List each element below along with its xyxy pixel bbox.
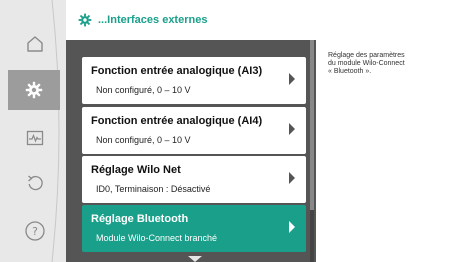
- gear-icon: [78, 13, 92, 27]
- page-title: ...Interfaces externes: [98, 14, 208, 26]
- nav-rail: ?: [0, 0, 66, 262]
- heartbeat-icon: [26, 130, 44, 146]
- menu-item-title: Réglage Bluetooth: [91, 213, 189, 225]
- menu-item-title: Fonction entrée analogique (AI3): [91, 65, 263, 77]
- menu-item-subtitle: ID0, Terminaison : Désactivé: [96, 184, 211, 194]
- screen: ? ...Interfaces externes Fonction entrée…: [0, 0, 460, 262]
- chevron-right-icon: [289, 172, 295, 184]
- menu-item-subtitle: Module Wilo-Connect branché: [96, 233, 218, 243]
- chevron-right-icon: [289, 73, 295, 85]
- nav-settings-button[interactable]: [8, 70, 60, 110]
- scroll-down-indicator: [188, 256, 202, 262]
- menu-item-subtitle: Non configuré, 0 – 10 V: [96, 135, 191, 145]
- nav-home-button[interactable]: [12, 26, 58, 62]
- menu-item-wilo-net[interactable]: Réglage Wilo Net ID0, Terminaison : Désa…: [82, 156, 306, 203]
- gear-icon: [25, 81, 43, 99]
- menu-item-title: Réglage Wilo Net: [91, 164, 181, 176]
- help-panel: Réglage des paramètres du module Wilo-Co…: [316, 40, 460, 262]
- home-icon: [27, 36, 43, 52]
- chevron-right-icon: [289, 123, 295, 135]
- nav-help-button[interactable]: ?: [12, 213, 58, 249]
- svg-text:?: ?: [32, 225, 38, 238]
- menu-item-bluetooth[interactable]: Réglage Bluetooth Module Wilo-Connect br…: [82, 205, 306, 252]
- question-icon: ?: [25, 221, 45, 241]
- undo-icon: [28, 175, 43, 191]
- nav-diagnostics-button[interactable]: [12, 120, 58, 156]
- menu-item-analog-input-ai4[interactable]: Fonction entrée analogique (AI4) Non con…: [82, 107, 306, 154]
- menu-scrollbar-thumb[interactable]: [310, 40, 314, 210]
- menu-item-subtitle: Non configuré, 0 – 10 V: [96, 85, 191, 95]
- chevron-right-icon: [289, 221, 295, 233]
- menu-item-analog-input-ai3[interactable]: Fonction entrée analogique (AI3) Non con…: [82, 57, 306, 104]
- header: ...Interfaces externes: [66, 0, 460, 40]
- nav-restore-button[interactable]: [12, 165, 58, 201]
- help-text: Réglage des paramètres du module Wilo-Co…: [328, 52, 405, 75]
- menu-item-title: Fonction entrée analogique (AI4): [91, 115, 263, 127]
